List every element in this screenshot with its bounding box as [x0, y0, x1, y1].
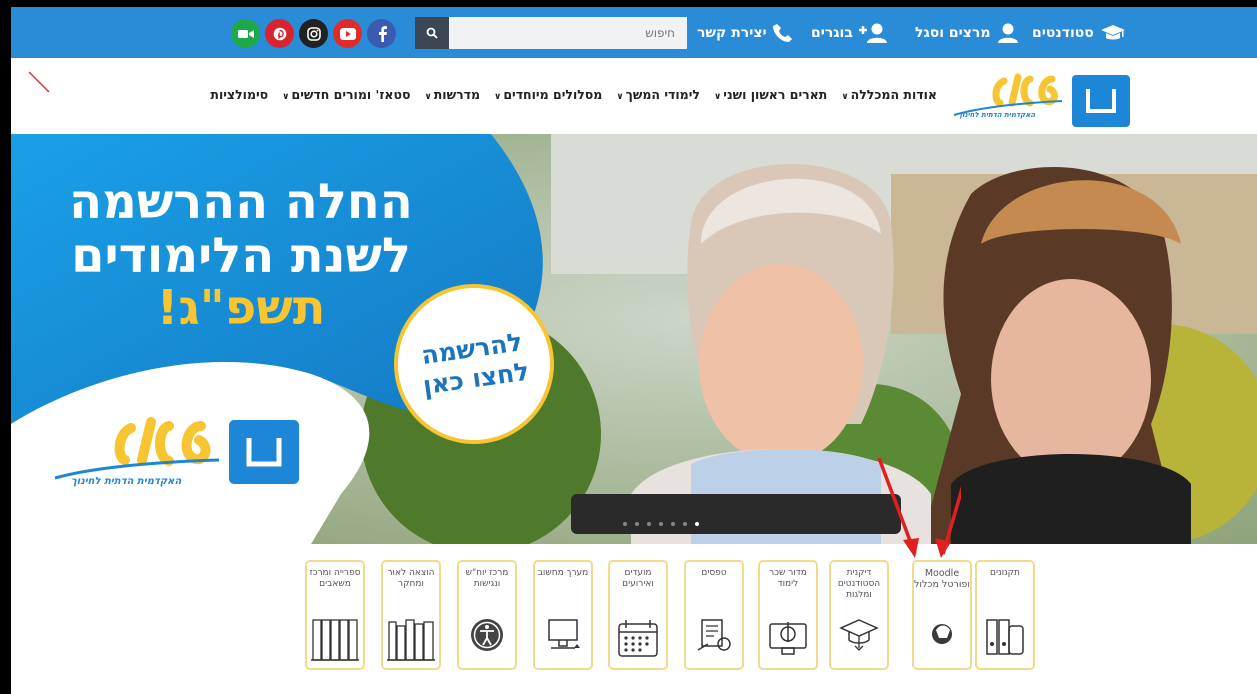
tile-accessibility[interactable]: מרכז יוח"ש ונגישות: [457, 560, 517, 670]
tile-dean[interactable]: דיקנית הסטודנטים ומלגות: [829, 560, 889, 670]
tile-moodle[interactable]: Moodle ופורטל מכלול: [912, 560, 972, 670]
tile-forms[interactable]: טפסים: [684, 560, 744, 670]
graduation-icon: [839, 619, 879, 651]
user-icon: [997, 23, 1018, 43]
hero-banner[interactable]: החלה ההרשמה לשנת הלימודים תשפ"ג! להרשמה …: [11, 134, 1257, 544]
tile-publishing[interactable]: הוצאה לאור ומחקר: [381, 560, 441, 670]
nav-item-about[interactable]: אודות המכללה∨: [841, 87, 937, 102]
computer-icon: [548, 619, 580, 649]
carousel-dots[interactable]: [623, 522, 699, 526]
hero-title-line2: לשנת הלימודים: [71, 228, 411, 284]
youtube-icon[interactable]: [333, 19, 362, 48]
search-field[interactable]: [449, 17, 687, 49]
nav-item-degrees[interactable]: תארים ראשון ושני∨: [714, 87, 827, 102]
graduation-cap-icon: [1100, 25, 1125, 40]
binders-icon: [986, 619, 1024, 655]
nav-item-continuing[interactable]: לימודי המשך∨: [616, 87, 700, 102]
carousel-dot[interactable]: [635, 522, 639, 526]
carousel-dot-active[interactable]: [695, 522, 699, 526]
logo-mark: [1072, 75, 1130, 127]
alumni-label: בוגרים: [811, 25, 853, 41]
phone-icon: [772, 24, 792, 42]
tile-events[interactable]: מועדים ואירועים: [608, 560, 668, 670]
books-icon: [387, 619, 435, 661]
tile-regulations[interactable]: תקנונים: [975, 560, 1035, 670]
nav-item-midrashot[interactable]: מדרשות∨: [424, 87, 480, 102]
carousel-dot[interactable]: [623, 522, 627, 526]
video-icon[interactable]: [231, 19, 260, 48]
moodle-icon: [932, 624, 952, 644]
nav-item-internship[interactable]: סטאז' ומורים חדשים∨: [282, 87, 410, 102]
contact-link[interactable]: יצירת קשר: [697, 21, 793, 45]
search-icon: [426, 27, 438, 39]
library-icon: [311, 619, 359, 661]
contact-label: יצירת קשר: [697, 25, 767, 41]
hero-logo: האקדמית הדתית לחינוך: [51, 414, 301, 494]
pinterest-icon[interactable]: [265, 19, 294, 48]
annotation-arrows: [877, 457, 961, 558]
tile-computing[interactable]: מערך מחשוב: [533, 560, 593, 670]
page-frame: סטודנטים מרצים וסגל בוגרים יצירת קשר חיפ…: [11, 7, 1257, 694]
forms-icon: [697, 619, 731, 651]
faculty-link[interactable]: מרצים וסגל: [915, 21, 1019, 45]
tile-tuition[interactable]: מדור שכר לימוד: [758, 560, 818, 670]
accessibility-icon: [471, 619, 503, 651]
add-user-icon: [858, 23, 887, 43]
students-label: סטודנטים: [1032, 25, 1094, 41]
hero-logo-mark: [229, 420, 299, 484]
logo[interactable]: האקדמית הדתית לחינוך: [948, 71, 1138, 127]
top-bar: סטודנטים מרצים וסגל בוגרים יצירת קשר: [11, 7, 1257, 58]
hero-logo-tagline: האקדמית הדתית לחינוך: [71, 476, 182, 487]
nav-item-simulations[interactable]: סימולציות: [210, 87, 268, 102]
faculty-label: מרצים וסגל: [915, 25, 991, 41]
payment-icon: [769, 622, 807, 655]
carousel-dot[interactable]: [683, 522, 687, 526]
nav-item-special-tracks[interactable]: מסלולים מיוחדים∨: [494, 87, 602, 102]
logo-tagline: האקדמית הדתית לחינוך: [958, 111, 1036, 119]
close-icon[interactable]: [27, 70, 51, 94]
instagram-icon[interactable]: [299, 19, 328, 48]
main-nav: אודות המכללה∨ תארים ראשון ושני∨ לימודי ה…: [11, 58, 1257, 135]
tile-library[interactable]: ספרייה ומרכז משאבים: [305, 560, 365, 670]
search-input[interactable]: [449, 17, 687, 49]
search-button[interactable]: [415, 17, 449, 49]
carousel-dot[interactable]: [659, 522, 663, 526]
hero-title-line1: החלה ההרשמה: [69, 174, 413, 230]
carousel-dot[interactable]: [671, 522, 675, 526]
students-link[interactable]: סטודנטים: [1032, 21, 1126, 45]
facebook-icon[interactable]: [367, 19, 396, 48]
calendar-icon: [618, 620, 658, 657]
alumni-link[interactable]: בוגרים: [811, 21, 889, 45]
carousel-dot[interactable]: [647, 522, 651, 526]
